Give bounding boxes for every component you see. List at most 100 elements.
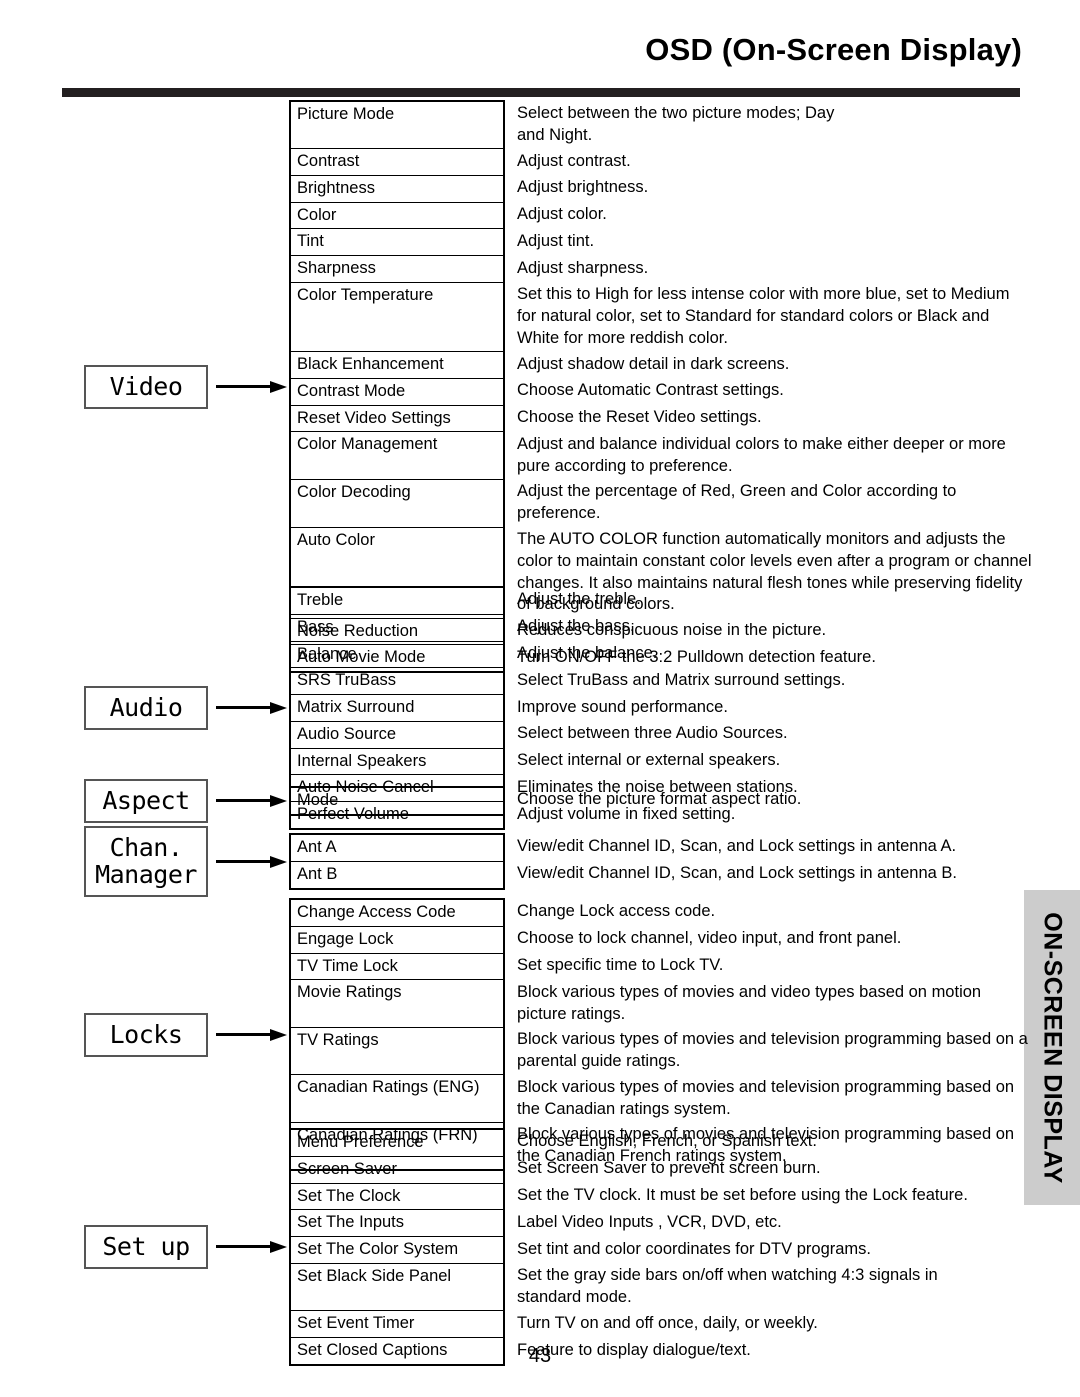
menu-item-text: Contrast Mode	[297, 381, 406, 400]
menu-item-label[interactable]: Sharpness	[289, 255, 505, 283]
menu-item-label[interactable]: Treble	[289, 585, 505, 615]
menu-item-label[interactable]: TV Ratings	[289, 1027, 505, 1076]
menu-item-label[interactable]: Picture Mode	[289, 100, 505, 150]
menu-item-label[interactable]: Menu Preference	[289, 1127, 505, 1157]
menu-item-label[interactable]: Mode	[289, 786, 505, 816]
description-line: Adjust brightness.	[517, 178, 649, 197]
menu-item-label[interactable]: Set The Color System	[289, 1236, 505, 1264]
arrow-shaft	[216, 706, 274, 709]
description-line: Adjust the balance.	[517, 644, 658, 663]
arrow-shaft	[216, 385, 274, 388]
menu-item-label[interactable]: Screen Saver	[289, 1156, 505, 1184]
description-line: View/edit Channel ID, Scan, and Lock set…	[517, 864, 957, 883]
menu-item-label[interactable]: Change Access Code	[289, 897, 505, 927]
category-box-chan-manager[interactable]: Chan. Manager	[84, 826, 208, 897]
header-divider-rule	[62, 88, 1020, 97]
arrow-head	[270, 1029, 287, 1041]
menu-item-label[interactable]: Tint	[289, 228, 505, 257]
menu-item-label[interactable]: Movie Ratings	[289, 979, 505, 1028]
category-label: Video	[109, 372, 183, 401]
menu-item-label[interactable]: Balance	[289, 641, 505, 669]
menu-item-label[interactable]: Matrix Surround	[289, 694, 505, 722]
menu-item-label[interactable]: Set Black Side Panel	[289, 1263, 505, 1312]
menu-item-text: Screen Saver	[297, 1159, 397, 1178]
menu-item-label[interactable]: Reset Video Settings	[289, 405, 505, 433]
menu-item-label[interactable]: Color Management	[289, 431, 505, 480]
description-line: Adjust sharpness.	[517, 258, 649, 277]
menu-item-description: Turn TV on and off once, daily, or weekl…	[504, 1311, 1018, 1338]
menu-item-label[interactable]: Color Decoding	[289, 479, 505, 528]
description-line: Change Lock access code.	[517, 902, 716, 920]
menu-item-label[interactable]: Bass	[289, 614, 505, 642]
menu-item-label[interactable]: Color	[289, 202, 505, 230]
menu-item-label[interactable]: Audio Source	[289, 721, 505, 749]
menu-item-description: Choose English, French, or Spanish text.	[504, 1129, 1018, 1156]
description-line: Set this to High for less intense color …	[517, 285, 1010, 304]
menu-item-label[interactable]: Canadian Ratings (ENG)	[289, 1074, 505, 1123]
category-box-aspect[interactable]: Aspect	[84, 779, 208, 823]
menu-item-label[interactable]: Brightness	[289, 175, 505, 203]
table-row: Set The Inputs Label Video Inputs , VCR, …	[289, 1209, 1018, 1238]
menu-item-label[interactable]: TV Time Lock	[289, 953, 505, 981]
description-line: Label Video Inputs , VCR, DVD, etc.	[517, 1212, 782, 1231]
row-spacer	[297, 504, 503, 523]
menu-item-text: Treble	[297, 591, 344, 609]
menu-item-label[interactable]: SRS TruBass	[289, 667, 505, 696]
menu-item-label[interactable]: Black Enhancement	[289, 351, 505, 379]
row-spacer	[297, 1004, 503, 1023]
menu-item-label[interactable]: Set Event Timer	[289, 1310, 505, 1339]
menu-item-label[interactable]: Contrast	[289, 148, 505, 176]
description-line: Choose English, French, or Spanish text.	[517, 1132, 817, 1150]
description-line: Choose the picture format aspect ratio.	[517, 790, 802, 808]
menu-item-description: Select internal or external speakers.	[504, 748, 1018, 775]
category-box-video[interactable]: Video	[84, 365, 208, 409]
description-line: White for more reddish color.	[517, 328, 728, 347]
table-row: Screen Saver Set Screen Saver to prevent …	[289, 1156, 1018, 1184]
description-line: Set tint and color coordinates for DTV p…	[517, 1239, 871, 1258]
description-line: Improve sound performance.	[517, 697, 728, 716]
category-box-setup[interactable]: Set up	[84, 1225, 208, 1269]
row-spacer	[297, 1099, 503, 1118]
description-line: Adjust contrast.	[517, 151, 631, 170]
arrow-head	[270, 381, 287, 393]
table-row: Change Access Code Change Lock access cod…	[289, 897, 1018, 927]
menu-item-text: Ant A	[297, 838, 337, 856]
menu-item-text: Reset Video Settings	[297, 408, 451, 427]
description-line: Adjust the treble.	[517, 590, 641, 608]
menu-item-label[interactable]: Engage Lock	[289, 926, 505, 954]
menu-item-description: Adjust contrast.	[504, 149, 1018, 176]
description-line: Turn TV on and off once, daily, or weekl…	[517, 1313, 818, 1332]
table-row: Balance Adjust the balance.	[289, 641, 1018, 669]
table-row: Ant B View/edit Channel ID, Scan, and Loc…	[289, 861, 1018, 890]
arrow-head	[270, 856, 287, 868]
menu-item-text: Engage Lock	[297, 929, 394, 948]
menu-item-label[interactable]: Ant A	[289, 832, 505, 862]
menu-item-text: Color Decoding	[297, 482, 411, 501]
section-tab-label: ON-SCREEN DISPLAY	[1038, 911, 1067, 1184]
description-line: Block various types of movies and video …	[517, 982, 982, 1001]
osd-table-aspect: Mode Choose the picture format aspect rat…	[289, 786, 1019, 816]
menu-item-description: Adjust tint.	[504, 229, 1018, 256]
menu-item-text: Set Black Side Panel	[297, 1266, 452, 1285]
menu-item-label[interactable]: Color Temperature	[289, 282, 505, 353]
menu-item-description: Adjust the balance.	[504, 641, 1018, 668]
menu-item-text: Set The Inputs	[297, 1213, 405, 1232]
menu-item-description: Adjust the bass.	[504, 614, 1018, 641]
category-label: Chan.	[109, 833, 183, 862]
category-label: Locks	[109, 1020, 183, 1049]
description-line: View/edit Channel ID, Scan, and Lock set…	[517, 837, 957, 855]
category-box-locks[interactable]: Locks	[84, 1013, 208, 1057]
menu-item-label[interactable]: Internal Speakers	[289, 748, 505, 776]
table-row: SRS TruBass Select TruBass and Matrix sur…	[289, 667, 1018, 696]
menu-item-label[interactable]: Set The Clock	[289, 1183, 505, 1211]
menu-item-label[interactable]: Contrast Mode	[289, 378, 505, 406]
menu-item-text: Picture Mode	[297, 105, 395, 123]
category-box-audio[interactable]: Audio	[84, 686, 208, 730]
description-line: pure according to preference.	[517, 456, 733, 475]
table-row: Color Temperature Set this to High for le…	[289, 282, 1018, 353]
description-line: The AUTO COLOR function automatically mo…	[517, 530, 1006, 549]
arrow-head	[270, 1241, 287, 1253]
menu-item-label[interactable]: Ant B	[289, 861, 505, 890]
menu-item-label[interactable]: Set The Inputs	[289, 1209, 505, 1238]
menu-item-text: Audio Source	[297, 724, 397, 743]
